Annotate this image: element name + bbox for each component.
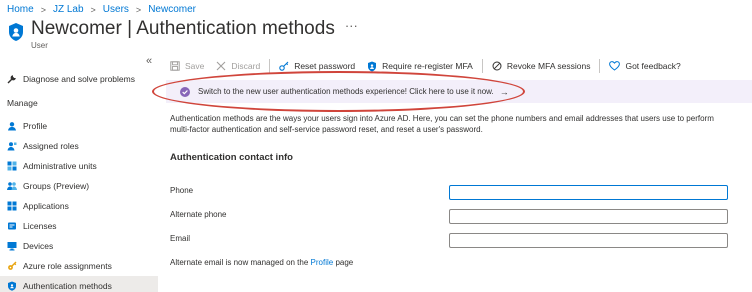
- phone-field[interactable]: [449, 185, 728, 200]
- collapse-sidebar-icon[interactable]: «: [146, 55, 152, 67]
- more-options-icon[interactable]: ···: [345, 18, 358, 33]
- reset-password-button[interactable]: Reset password: [279, 61, 355, 71]
- assigned-roles-icon: [7, 141, 17, 151]
- admin-units-icon: [7, 161, 17, 171]
- block-icon: [492, 61, 502, 71]
- phone-label: Phone: [170, 186, 194, 195]
- chevron-right-icon: >: [40, 4, 46, 15]
- section-title: Authentication contact info: [170, 152, 293, 163]
- page-title: Newcomer | Authentication methods ···: [31, 18, 358, 40]
- sidebar-item-authentication-methods[interactable]: Authentication methods: [0, 276, 158, 292]
- save-icon: [170, 61, 180, 71]
- sidebar-item-label: Azure role assignments: [23, 261, 112, 271]
- alternate-email-note: Alternate email is now managed on the Pr…: [170, 258, 353, 267]
- sidebar-item-label: Diagnose and solve problems: [23, 74, 135, 84]
- wrench-icon: [7, 74, 17, 84]
- save-button[interactable]: Save: [170, 61, 204, 71]
- key-icon: [279, 61, 289, 71]
- chevron-right-icon: >: [135, 4, 142, 15]
- shield-person-icon: [367, 61, 377, 72]
- check-circle-icon: [180, 86, 190, 97]
- toolbar-divider: [599, 59, 601, 73]
- sidebar-item-label: Assigned roles: [23, 141, 79, 151]
- toolbar-divider: [481, 59, 483, 73]
- devices-icon: [7, 241, 17, 251]
- breadcrumb-user[interactable]: Newcomer: [148, 4, 196, 15]
- shield-icon: [7, 281, 17, 291]
- reset-password-label: Reset password: [294, 61, 356, 71]
- sidebar-item-profile[interactable]: Profile: [0, 116, 158, 136]
- breadcrumb-users[interactable]: Users: [103, 4, 129, 15]
- key-icon: [7, 261, 17, 271]
- require-mfa-button[interactable]: Require re-register MFA: [367, 61, 473, 72]
- sidebar-item-label: Applications: [23, 201, 69, 211]
- new-experience-banner[interactable]: Switch to the new user authentication me…: [166, 80, 752, 103]
- sidebar: Diagnose and solve problems Manage Profi…: [0, 68, 158, 292]
- email-field[interactable]: [449, 233, 728, 248]
- close-icon: [216, 61, 226, 71]
- page-title-text: Newcomer | Authentication methods: [31, 18, 335, 39]
- banner-text: Switch to the new user authentication me…: [198, 87, 494, 96]
- breadcrumb: Home > JZ Lab > Users > Newcomer: [7, 4, 196, 15]
- sidebar-section-manage: Manage: [7, 98, 38, 108]
- sidebar-item-licenses[interactable]: Licenses: [0, 216, 158, 236]
- save-label: Save: [185, 61, 205, 71]
- chevron-right-icon: >: [90, 4, 96, 15]
- revoke-mfa-button[interactable]: Revoke MFA sessions: [492, 61, 591, 71]
- profile-icon: [7, 121, 17, 131]
- alternate-phone-label: Alternate phone: [170, 210, 227, 219]
- sidebar-item-assigned-roles[interactable]: Assigned roles: [0, 136, 158, 156]
- note-prefix: Alternate email is now managed on the: [170, 258, 311, 267]
- sidebar-item-label: Groups (Preview): [23, 181, 90, 191]
- sidebar-item-groups[interactable]: Groups (Preview): [0, 176, 158, 196]
- sidebar-item-diagnose[interactable]: Diagnose and solve problems: [0, 68, 158, 90]
- breadcrumb-tenant[interactable]: JZ Lab: [53, 4, 84, 15]
- note-suffix: page: [333, 258, 354, 267]
- applications-icon: [7, 201, 17, 211]
- sidebar-item-label: Devices: [23, 241, 54, 251]
- profile-link[interactable]: Profile: [311, 258, 334, 267]
- revoke-mfa-label: Revoke MFA sessions: [506, 61, 591, 71]
- arrow-right-icon: →: [499, 86, 509, 97]
- shield-icon: [8, 22, 24, 42]
- discard-button[interactable]: Discard: [216, 61, 260, 71]
- sidebar-item-label: Profile: [23, 121, 48, 131]
- groups-icon: [7, 181, 17, 191]
- sidebar-item-label: Administrative units: [23, 161, 97, 171]
- heart-icon: [609, 61, 621, 71]
- page-description: Authentication methods are the ways your…: [170, 114, 714, 134]
- sidebar-item-admin-units[interactable]: Administrative units: [0, 156, 158, 176]
- toolbar-divider: [269, 59, 271, 73]
- feedback-button[interactable]: Got feedback?: [609, 61, 681, 71]
- feedback-label: Got feedback?: [625, 61, 681, 71]
- sidebar-item-devices[interactable]: Devices: [0, 236, 158, 256]
- require-mfa-label: Require re-register MFA: [382, 61, 473, 71]
- sidebar-item-label: Authentication methods: [23, 281, 112, 291]
- page-subtitle: User: [31, 41, 48, 50]
- breadcrumb-home[interactable]: Home: [7, 4, 34, 15]
- command-bar: Save Discard Reset password Require re-r…: [170, 57, 681, 75]
- discard-label: Discard: [231, 61, 261, 71]
- sidebar-item-applications[interactable]: Applications: [0, 196, 158, 216]
- sidebar-item-azure-role-assignments[interactable]: Azure role assignments: [0, 256, 158, 276]
- sidebar-item-label: Licenses: [23, 221, 57, 231]
- licenses-icon: [7, 221, 17, 231]
- alternate-phone-field[interactable]: [449, 209, 728, 224]
- email-label: Email: [170, 234, 191, 243]
